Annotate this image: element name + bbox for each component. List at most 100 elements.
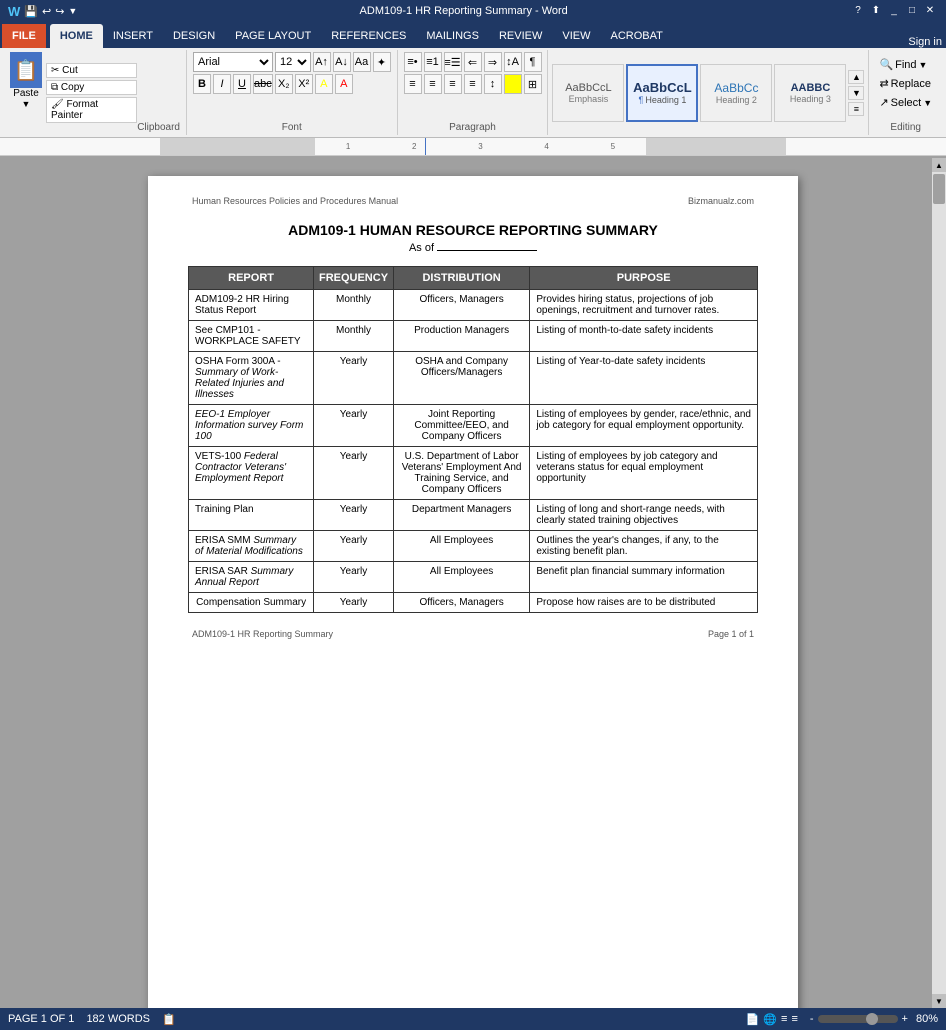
cell-report: EEO-1 Employer Information survey Form 1… <box>189 405 314 447</box>
document-page: Human Resources Policies and Procedures … <box>148 176 798 1008</box>
zoom-in-button[interactable]: + <box>902 1013 908 1025</box>
ribbon-content: 📋 Paste ▼ ✂ Cut ⧉ Copy 🖌 Format Painter … <box>0 48 946 138</box>
quick-access-redo[interactable]: ↪ <box>55 5 64 18</box>
cell-purpose: Listing of employees by job category and… <box>530 447 758 500</box>
sort-button[interactable]: ↕A <box>504 52 522 72</box>
view-outline-button[interactable]: ≡ <box>781 1013 787 1025</box>
styles-scroll-up[interactable]: ▲ ▼ ≡ <box>848 70 864 116</box>
tab-page-layout[interactable]: PAGE LAYOUT <box>225 24 321 48</box>
font-name-select[interactable]: Arial <box>193 52 273 72</box>
help-button[interactable]: ? <box>850 4 866 18</box>
replace-button[interactable]: ⇄ Replace <box>875 75 936 92</box>
scroll-down-button[interactable]: ▼ <box>932 994 946 1008</box>
zoom-out-button[interactable]: - <box>810 1013 814 1025</box>
table-row: VETS-100 Federal Contractor Veterans' Em… <box>189 447 758 500</box>
superscript-button[interactable]: X² <box>295 74 313 94</box>
page-area: Human Resources Policies and Procedures … <box>0 156 946 1008</box>
italic-button[interactable]: I <box>213 74 231 94</box>
close-button[interactable]: ✕ <box>922 4 938 18</box>
align-left-button[interactable]: ≡ <box>404 74 422 94</box>
document-title[interactable]: ADM109-1 HUMAN RESOURCE REPORTING SUMMAR… <box>188 222 758 238</box>
multilevel-button[interactable]: ≡☰ <box>444 52 462 72</box>
ribbon-toggle[interactable]: ⬆ <box>868 4 884 18</box>
align-center-button[interactable]: ≡ <box>424 74 442 94</box>
zoom-thumb[interactable] <box>866 1013 878 1025</box>
col-distribution: DISTRIBUTION <box>393 267 530 290</box>
copy-button[interactable]: ⧉ Copy <box>46 80 137 95</box>
tab-view[interactable]: VIEW <box>552 24 600 48</box>
scroll-up-button[interactable]: ▲ <box>932 158 946 172</box>
decrease-indent-button[interactable]: ⇐ <box>464 52 482 72</box>
tab-review[interactable]: REVIEW <box>489 24 552 48</box>
numbering-button[interactable]: ≡1 <box>424 52 442 72</box>
tab-mailings[interactable]: MAILINGS <box>416 24 489 48</box>
bullets-button[interactable]: ≡• <box>404 52 422 72</box>
tab-acrobat[interactable]: ACROBAT <box>600 24 672 48</box>
borders-button[interactable]: ⊞ <box>524 74 542 94</box>
cut-button[interactable]: ✂ Cut <box>46 63 137 78</box>
tab-file[interactable]: FILE <box>2 24 46 48</box>
increase-font-button[interactable]: A↑ <box>313 52 331 72</box>
sign-in-link[interactable]: Sign in <box>908 36 946 48</box>
tab-insert[interactable]: INSERT <box>103 24 163 48</box>
clear-formatting-button[interactable]: ✦ <box>373 52 391 72</box>
show-marks-button[interactable]: ¶ <box>524 52 542 72</box>
hr-table: REPORT FREQUENCY DISTRIBUTION PURPOSE AD… <box>188 266 758 613</box>
underline-button[interactable]: U <box>233 74 251 94</box>
page-info: PAGE 1 OF 1 <box>8 1013 74 1026</box>
view-draft-button[interactable]: ≡ <box>791 1013 797 1025</box>
style-emphasis[interactable]: AaBbCcL Emphasis <box>552 64 624 122</box>
word-app-icon: W <box>8 4 20 19</box>
line-spacing-button[interactable]: ↕ <box>484 74 502 94</box>
editing-group: 🔍 Find ▼ ⇄ Replace ↗ Select ▼ Editing <box>869 50 942 135</box>
bold-button[interactable]: B <box>193 74 211 94</box>
quick-access-save[interactable]: 💾 <box>24 5 38 18</box>
cell-distribution: Department Managers <box>393 500 530 531</box>
footer-left: ADM109-1 HR Reporting Summary <box>192 629 333 639</box>
paste-button[interactable]: 📋 Paste ▼ <box>10 52 42 109</box>
decrease-font-button[interactable]: A↓ <box>333 52 351 72</box>
highlight-button[interactable]: A <box>315 74 333 94</box>
restore-button[interactable]: □ <box>904 4 920 18</box>
quick-access-undo[interactable]: ↩ <box>42 5 51 18</box>
font-color-button[interactable]: A <box>335 74 353 94</box>
format-painter-button[interactable]: 🖌 Format Painter <box>46 97 137 123</box>
title-bar: W 💾 ↩ ↪ ▼ ADM109-1 HR Reporting Summary … <box>0 0 946 22</box>
cell-report: VETS-100 Federal Contractor Veterans' Em… <box>189 447 314 500</box>
justify-button[interactable]: ≡ <box>464 74 482 94</box>
tab-design[interactable]: DESIGN <box>163 24 225 48</box>
change-case-button[interactable]: Aa <box>353 52 371 72</box>
cell-distribution: All Employees <box>393 531 530 562</box>
styles-group: AaBbCcL Emphasis AaBbCcL ¶Heading 1 AaBb… <box>548 50 869 135</box>
view-print-button[interactable]: 📄 <box>746 1013 760 1026</box>
tab-home[interactable]: HOME <box>50 24 103 48</box>
view-web-button[interactable]: 🌐 <box>763 1013 777 1026</box>
col-purpose: PURPOSE <box>530 267 758 290</box>
style-heading2[interactable]: AaBbCc Heading 2 <box>700 64 772 122</box>
scroll-thumb[interactable] <box>933 174 945 204</box>
find-button[interactable]: 🔍 Find ▼ <box>875 56 936 73</box>
align-right-button[interactable]: ≡ <box>444 74 462 94</box>
cell-report: ERISA SMM Summary of Material Modificati… <box>189 531 314 562</box>
vertical-scrollbar[interactable]: ▲ ▼ <box>932 158 946 1008</box>
cell-frequency: Yearly <box>314 531 394 562</box>
minimize-button[interactable]: _ <box>886 4 902 18</box>
cell-purpose: Benefit plan financial summary informati… <box>530 562 758 593</box>
subscript-button[interactable]: X₂ <box>275 74 293 94</box>
table-row: ERISA SAR Summary Annual Report Yearly A… <box>189 562 758 593</box>
status-bar: PAGE 1 OF 1 182 WORDS 📋 📄 🌐 ≡ ≡ - + 80% <box>0 1008 946 1030</box>
tab-references[interactable]: REFERENCES <box>321 24 416 48</box>
style-heading3[interactable]: AABBC Heading 3 <box>774 64 846 122</box>
zoom-slider[interactable] <box>818 1015 898 1023</box>
table-row: Training Plan Yearly Department Managers… <box>189 500 758 531</box>
cell-report: ADM109-2 HR Hiring Status Report <box>189 290 314 321</box>
cell-purpose: Listing of month-to-date safety incident… <box>530 321 758 352</box>
quick-access-more[interactable]: ▼ <box>68 6 77 16</box>
font-size-select[interactable]: 12 <box>275 52 311 72</box>
increase-indent-button[interactable]: ⇒ <box>484 52 502 72</box>
shading-button[interactable] <box>504 74 522 94</box>
select-button[interactable]: ↗ Select ▼ <box>875 94 936 111</box>
style-heading1[interactable]: AaBbCcL ¶Heading 1 <box>626 64 698 122</box>
ribbon-tabs: FILE HOME INSERT DESIGN PAGE LAYOUT REFE… <box>0 22 946 48</box>
strikethrough-button[interactable]: abc <box>253 74 273 94</box>
